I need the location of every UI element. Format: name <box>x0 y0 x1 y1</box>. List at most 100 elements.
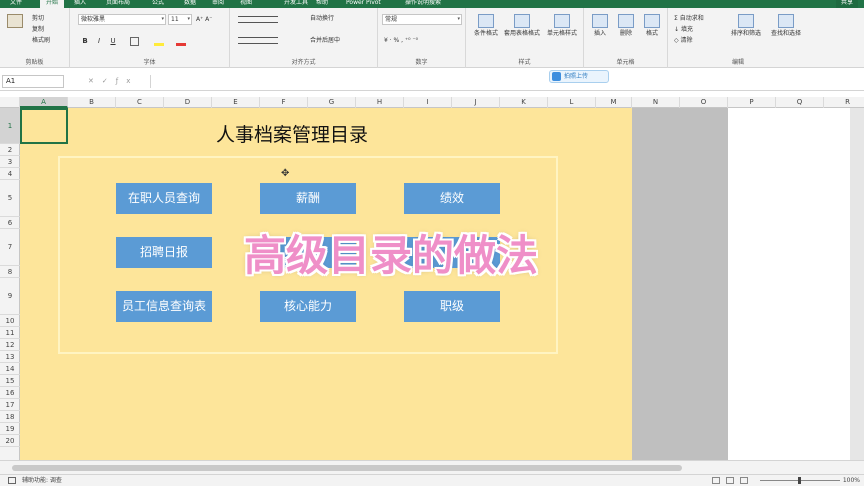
column-header[interactable]: D <box>164 97 212 108</box>
column-header[interactable]: L <box>548 97 596 108</box>
nav-button-employee-info[interactable]: 员工信息查询表 <box>116 291 212 322</box>
row-header[interactable]: 10 <box>0 315 20 327</box>
tab-help[interactable]: 帮助 <box>316 0 328 8</box>
page-layout-view-icon[interactable] <box>726 477 734 484</box>
scrollbar-thumb[interactable] <box>12 465 682 471</box>
font-color-icon[interactable] <box>176 37 186 46</box>
horizontal-align-icon[interactable] <box>238 37 278 44</box>
nav-button-core-ability[interactable]: 核心能力 <box>260 291 356 322</box>
row-header[interactable]: 4 <box>0 168 20 180</box>
tab-file[interactable]: 文件 <box>10 0 22 8</box>
currency-percent-icon[interactable]: ¥ · % , ⁺⁰ ⁻⁰ <box>384 36 418 45</box>
column-header[interactable]: N <box>632 97 680 108</box>
column-header[interactable]: K <box>500 97 548 108</box>
row-header[interactable]: 3 <box>0 156 20 168</box>
row-header[interactable]: 2 <box>0 144 20 156</box>
column-header[interactable]: P <box>728 97 776 108</box>
row-header[interactable]: 5 <box>0 180 20 217</box>
horizontal-scrollbar[interactable] <box>0 460 864 474</box>
copy-button[interactable]: 复制 <box>32 25 44 34</box>
format-as-table-button[interactable]: 套用表格格式 <box>504 14 540 38</box>
column-header[interactable]: O <box>680 97 728 108</box>
row-header[interactable]: 11 <box>0 327 20 339</box>
column-header[interactable]: F <box>260 97 308 108</box>
wrap-text-button[interactable]: 自动换行 <box>310 14 334 23</box>
row-header[interactable]: 13 <box>0 351 20 363</box>
nav-button-active-staff[interactable]: 在职人员查询 <box>116 183 212 214</box>
row-header[interactable]: 9 <box>0 278 20 315</box>
nav-button-salary[interactable]: 薪酬 <box>260 183 356 214</box>
worksheet[interactable]: 人事档案管理目录 在职人员查询 薪酬 绩效 招聘日报 员工信息查询表 核心能力 … <box>20 108 864 460</box>
tab-view[interactable]: 视图 <box>240 0 252 8</box>
column-header[interactable]: B <box>68 97 116 108</box>
tab-insert[interactable]: 插入 <box>74 0 86 8</box>
row-header[interactable]: 17 <box>0 399 20 411</box>
row-header[interactable]: 16 <box>0 387 20 399</box>
cell-styles-button[interactable]: 单元格样式 <box>542 14 582 38</box>
underline-button[interactable]: U <box>108 36 118 46</box>
nav-button-performance[interactable]: 绩效 <box>404 183 500 214</box>
nav-button-rank[interactable]: 职级 <box>404 291 500 322</box>
tab-developer[interactable]: 开发工具 <box>284 0 308 8</box>
share-button[interactable]: 共享 <box>835 0 858 8</box>
row-header[interactable]: 18 <box>0 411 20 423</box>
name-box[interactable]: A1 <box>2 75 64 88</box>
photo-upload-badge[interactable]: 拍照上传 <box>549 70 609 83</box>
row-header[interactable]: 1 <box>0 108 20 144</box>
sort-filter-button[interactable]: 排序和筛选 <box>726 14 766 38</box>
format-painter-button[interactable]: 格式刷 <box>32 36 50 45</box>
zoom-level[interactable]: 100% <box>843 476 860 486</box>
zoom-slider-knob[interactable] <box>798 477 801 484</box>
column-header[interactable]: Q <box>776 97 824 108</box>
active-cell[interactable] <box>20 108 68 144</box>
row-header[interactable]: 19 <box>0 423 20 435</box>
normal-view-icon[interactable] <box>712 477 720 484</box>
italic-button[interactable]: I <box>94 36 104 46</box>
row-header[interactable]: 6 <box>0 217 20 229</box>
tab-power-pivot[interactable]: Power Pivot <box>346 0 381 8</box>
column-header[interactable]: E <box>212 97 260 108</box>
tab-review[interactable]: 审阅 <box>212 0 224 8</box>
vertical-align-icon[interactable] <box>238 16 278 23</box>
row-header[interactable]: 15 <box>0 375 20 387</box>
select-all-corner[interactable] <box>0 97 20 108</box>
page-break-view-icon[interactable] <box>740 477 748 484</box>
tab-page-layout[interactable]: 页面布局 <box>106 0 130 8</box>
column-header[interactable]: J <box>452 97 500 108</box>
font-name-combo[interactable]: 微软雅黑 ▾ <box>78 14 166 25</box>
insert-cells-button[interactable]: 插入 <box>588 14 612 38</box>
autosum-button[interactable]: Σ 自动求和 <box>674 14 704 23</box>
tell-me-search[interactable]: 操作说明搜索 <box>405 0 441 8</box>
fill-color-icon[interactable] <box>154 37 164 46</box>
status-text[interactable]: 辅助功能: 调查 <box>22 476 62 486</box>
column-header[interactable]: I <box>404 97 452 108</box>
grow-font-icon[interactable]: A⁺ A⁻ <box>196 15 212 24</box>
row-header[interactable]: 7 <box>0 229 20 266</box>
font-size-combo[interactable]: 11 ▾ <box>168 14 192 25</box>
paste-button[interactable] <box>4 14 26 30</box>
formula-icons[interactable]: ✕✓ƒx <box>88 75 138 88</box>
row-header[interactable]: 8 <box>0 266 20 278</box>
column-header[interactable]: R <box>824 97 864 108</box>
conditional-format-button[interactable]: 条件格式 <box>468 14 504 38</box>
number-format-combo[interactable]: 常规 ▾ <box>382 14 462 25</box>
delete-cells-button[interactable]: 删除 <box>614 14 638 38</box>
find-select-button[interactable]: 查找和选择 <box>766 14 806 38</box>
column-header[interactable]: G <box>308 97 356 108</box>
tab-formulas[interactable]: 公式 <box>152 0 164 8</box>
bold-button[interactable]: B <box>80 36 90 46</box>
column-header[interactable]: H <box>356 97 404 108</box>
nav-button-recruit-daily[interactable]: 招聘日报 <box>116 237 212 268</box>
tab-home[interactable]: 开始 <box>40 0 65 8</box>
fill-button[interactable]: ↓ 填充 <box>674 25 693 34</box>
tab-data[interactable]: 数据 <box>184 0 196 8</box>
row-header[interactable]: 20 <box>0 435 20 447</box>
column-header[interactable]: M <box>596 97 632 108</box>
accessibility-icon[interactable] <box>8 477 16 484</box>
formula-input[interactable] <box>150 75 862 88</box>
cut-button[interactable]: 剪切 <box>32 14 44 23</box>
borders-icon[interactable] <box>130 37 139 46</box>
format-cells-button[interactable]: 格式 <box>640 14 664 38</box>
row-header[interactable]: 14 <box>0 363 20 375</box>
clear-button[interactable]: ◇ 清除 <box>674 36 693 45</box>
